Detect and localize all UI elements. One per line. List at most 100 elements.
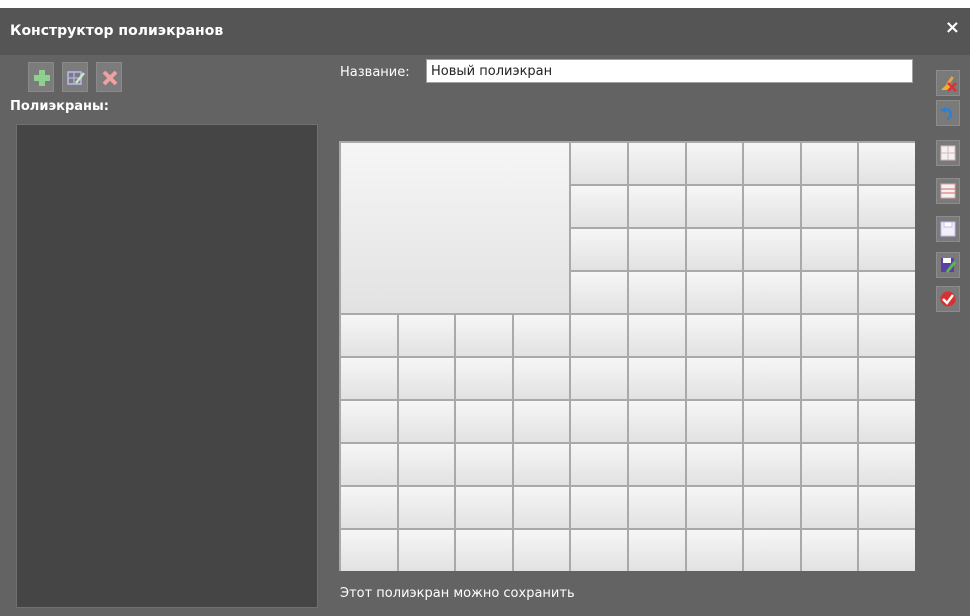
layout-cell[interactable] bbox=[686, 401, 743, 442]
layout-cell[interactable] bbox=[629, 315, 685, 356]
layout-cell[interactable] bbox=[571, 272, 627, 313]
layout-cell[interactable] bbox=[571, 530, 627, 571]
clear-layout-button[interactable] bbox=[936, 70, 960, 96]
layout-cell[interactable] bbox=[513, 358, 570, 399]
layout-cell[interactable] bbox=[456, 401, 512, 442]
layout-cell[interactable] bbox=[629, 487, 685, 528]
layout-cell[interactable] bbox=[571, 143, 627, 184]
layout-cell[interactable] bbox=[629, 358, 685, 399]
layout-cell[interactable] bbox=[513, 530, 570, 571]
layout-cell[interactable] bbox=[341, 487, 397, 528]
layout-cell[interactable] bbox=[571, 186, 627, 227]
add-polyscreen-button[interactable] bbox=[28, 62, 54, 92]
layout-cell[interactable] bbox=[686, 358, 743, 399]
layout-cell[interactable] bbox=[398, 487, 455, 528]
save-button[interactable] bbox=[936, 216, 960, 242]
name-input[interactable] bbox=[426, 59, 913, 83]
layout-cell[interactable] bbox=[456, 530, 512, 571]
layout-cell[interactable] bbox=[744, 272, 800, 313]
edit-polyscreen-button[interactable] bbox=[62, 62, 88, 92]
layout-cell[interactable] bbox=[341, 358, 397, 399]
layout-cell[interactable] bbox=[398, 315, 455, 356]
layout-cell[interactable] bbox=[456, 315, 512, 356]
layout-cell[interactable] bbox=[801, 358, 858, 399]
layout-cell[interactable] bbox=[456, 444, 512, 485]
layout-cell[interactable] bbox=[341, 530, 397, 571]
layout-cell[interactable] bbox=[744, 444, 800, 485]
layout-cell[interactable] bbox=[744, 315, 800, 356]
layout-cell[interactable] bbox=[801, 143, 858, 184]
layout-cell[interactable] bbox=[341, 315, 397, 356]
layout-cell[interactable] bbox=[744, 358, 800, 399]
layout-cell[interactable] bbox=[629, 143, 685, 184]
layout-cell[interactable] bbox=[744, 186, 800, 227]
layout-cell[interactable] bbox=[686, 444, 743, 485]
layout-cell[interactable] bbox=[801, 401, 858, 442]
layout-cell[interactable] bbox=[629, 444, 685, 485]
layout-cell[interactable] bbox=[859, 401, 915, 442]
layout-cell[interactable] bbox=[744, 487, 800, 528]
layout-cell[interactable] bbox=[513, 444, 570, 485]
layout-cell[interactable] bbox=[513, 401, 570, 442]
layout-cell[interactable] bbox=[686, 487, 743, 528]
layout-cell[interactable] bbox=[859, 143, 915, 184]
layout-cell[interactable] bbox=[513, 487, 570, 528]
layout-cell[interactable] bbox=[456, 358, 512, 399]
layout-cell[interactable] bbox=[686, 530, 743, 571]
layout-cell[interactable] bbox=[341, 401, 397, 442]
layout-cell[interactable] bbox=[859, 530, 915, 571]
layout-cell[interactable] bbox=[398, 530, 455, 571]
delete-polyscreen-button[interactable] bbox=[96, 62, 122, 92]
layout-grid[interactable] bbox=[339, 141, 915, 571]
layout-cell[interactable] bbox=[744, 229, 800, 270]
save-as-button[interactable] bbox=[936, 252, 960, 278]
layout-cell[interactable] bbox=[801, 186, 858, 227]
layout-cell-merged[interactable] bbox=[341, 143, 570, 313]
layout-cell[interactable] bbox=[571, 487, 627, 528]
layout-cell[interactable] bbox=[859, 229, 915, 270]
layout-cell[interactable] bbox=[513, 315, 570, 356]
layout-cell[interactable] bbox=[859, 444, 915, 485]
save-as-icon bbox=[941, 258, 957, 273]
close-button[interactable]: × bbox=[945, 17, 960, 38]
layout-cell[interactable] bbox=[686, 315, 743, 356]
apply-button[interactable] bbox=[936, 286, 960, 312]
layout-cell[interactable] bbox=[859, 487, 915, 528]
layout-cell[interactable] bbox=[629, 530, 685, 571]
layout-cell[interactable] bbox=[398, 358, 455, 399]
layout-cell[interactable] bbox=[341, 444, 397, 485]
layout-cell[interactable] bbox=[629, 186, 685, 227]
layout-cell[interactable] bbox=[801, 272, 858, 313]
layout-cell[interactable] bbox=[801, 229, 858, 270]
layout-cell[interactable] bbox=[744, 401, 800, 442]
layout-cell[interactable] bbox=[398, 444, 455, 485]
layout-cell[interactable] bbox=[801, 444, 858, 485]
undo-button[interactable] bbox=[936, 100, 960, 126]
layout-cell[interactable] bbox=[629, 272, 685, 313]
layout-cell[interactable] bbox=[859, 315, 915, 356]
layout-cell[interactable] bbox=[686, 229, 743, 270]
split-cells-button[interactable] bbox=[936, 178, 960, 204]
layout-cell[interactable] bbox=[686, 272, 743, 313]
layout-cell[interactable] bbox=[801, 530, 858, 571]
layout-cell[interactable] bbox=[571, 401, 627, 442]
merge-cells-button[interactable] bbox=[936, 140, 960, 166]
layout-cell[interactable] bbox=[629, 229, 685, 270]
layout-cell[interactable] bbox=[571, 315, 627, 356]
layout-cell[interactable] bbox=[859, 186, 915, 227]
layout-cell[interactable] bbox=[859, 272, 915, 313]
layout-cell[interactable] bbox=[801, 315, 858, 356]
layout-cell[interactable] bbox=[571, 444, 627, 485]
layout-cell[interactable] bbox=[571, 358, 627, 399]
polyscreens-list[interactable] bbox=[16, 124, 318, 608]
layout-cell[interactable] bbox=[629, 401, 685, 442]
layout-cell[interactable] bbox=[571, 229, 627, 270]
layout-cell[interactable] bbox=[456, 487, 512, 528]
layout-cell[interactable] bbox=[859, 358, 915, 399]
layout-cell[interactable] bbox=[801, 487, 858, 528]
layout-cell[interactable] bbox=[744, 530, 800, 571]
layout-cell[interactable] bbox=[398, 401, 455, 442]
layout-cell[interactable] bbox=[686, 186, 743, 227]
layout-cell[interactable] bbox=[686, 143, 743, 184]
layout-cell[interactable] bbox=[744, 143, 800, 184]
